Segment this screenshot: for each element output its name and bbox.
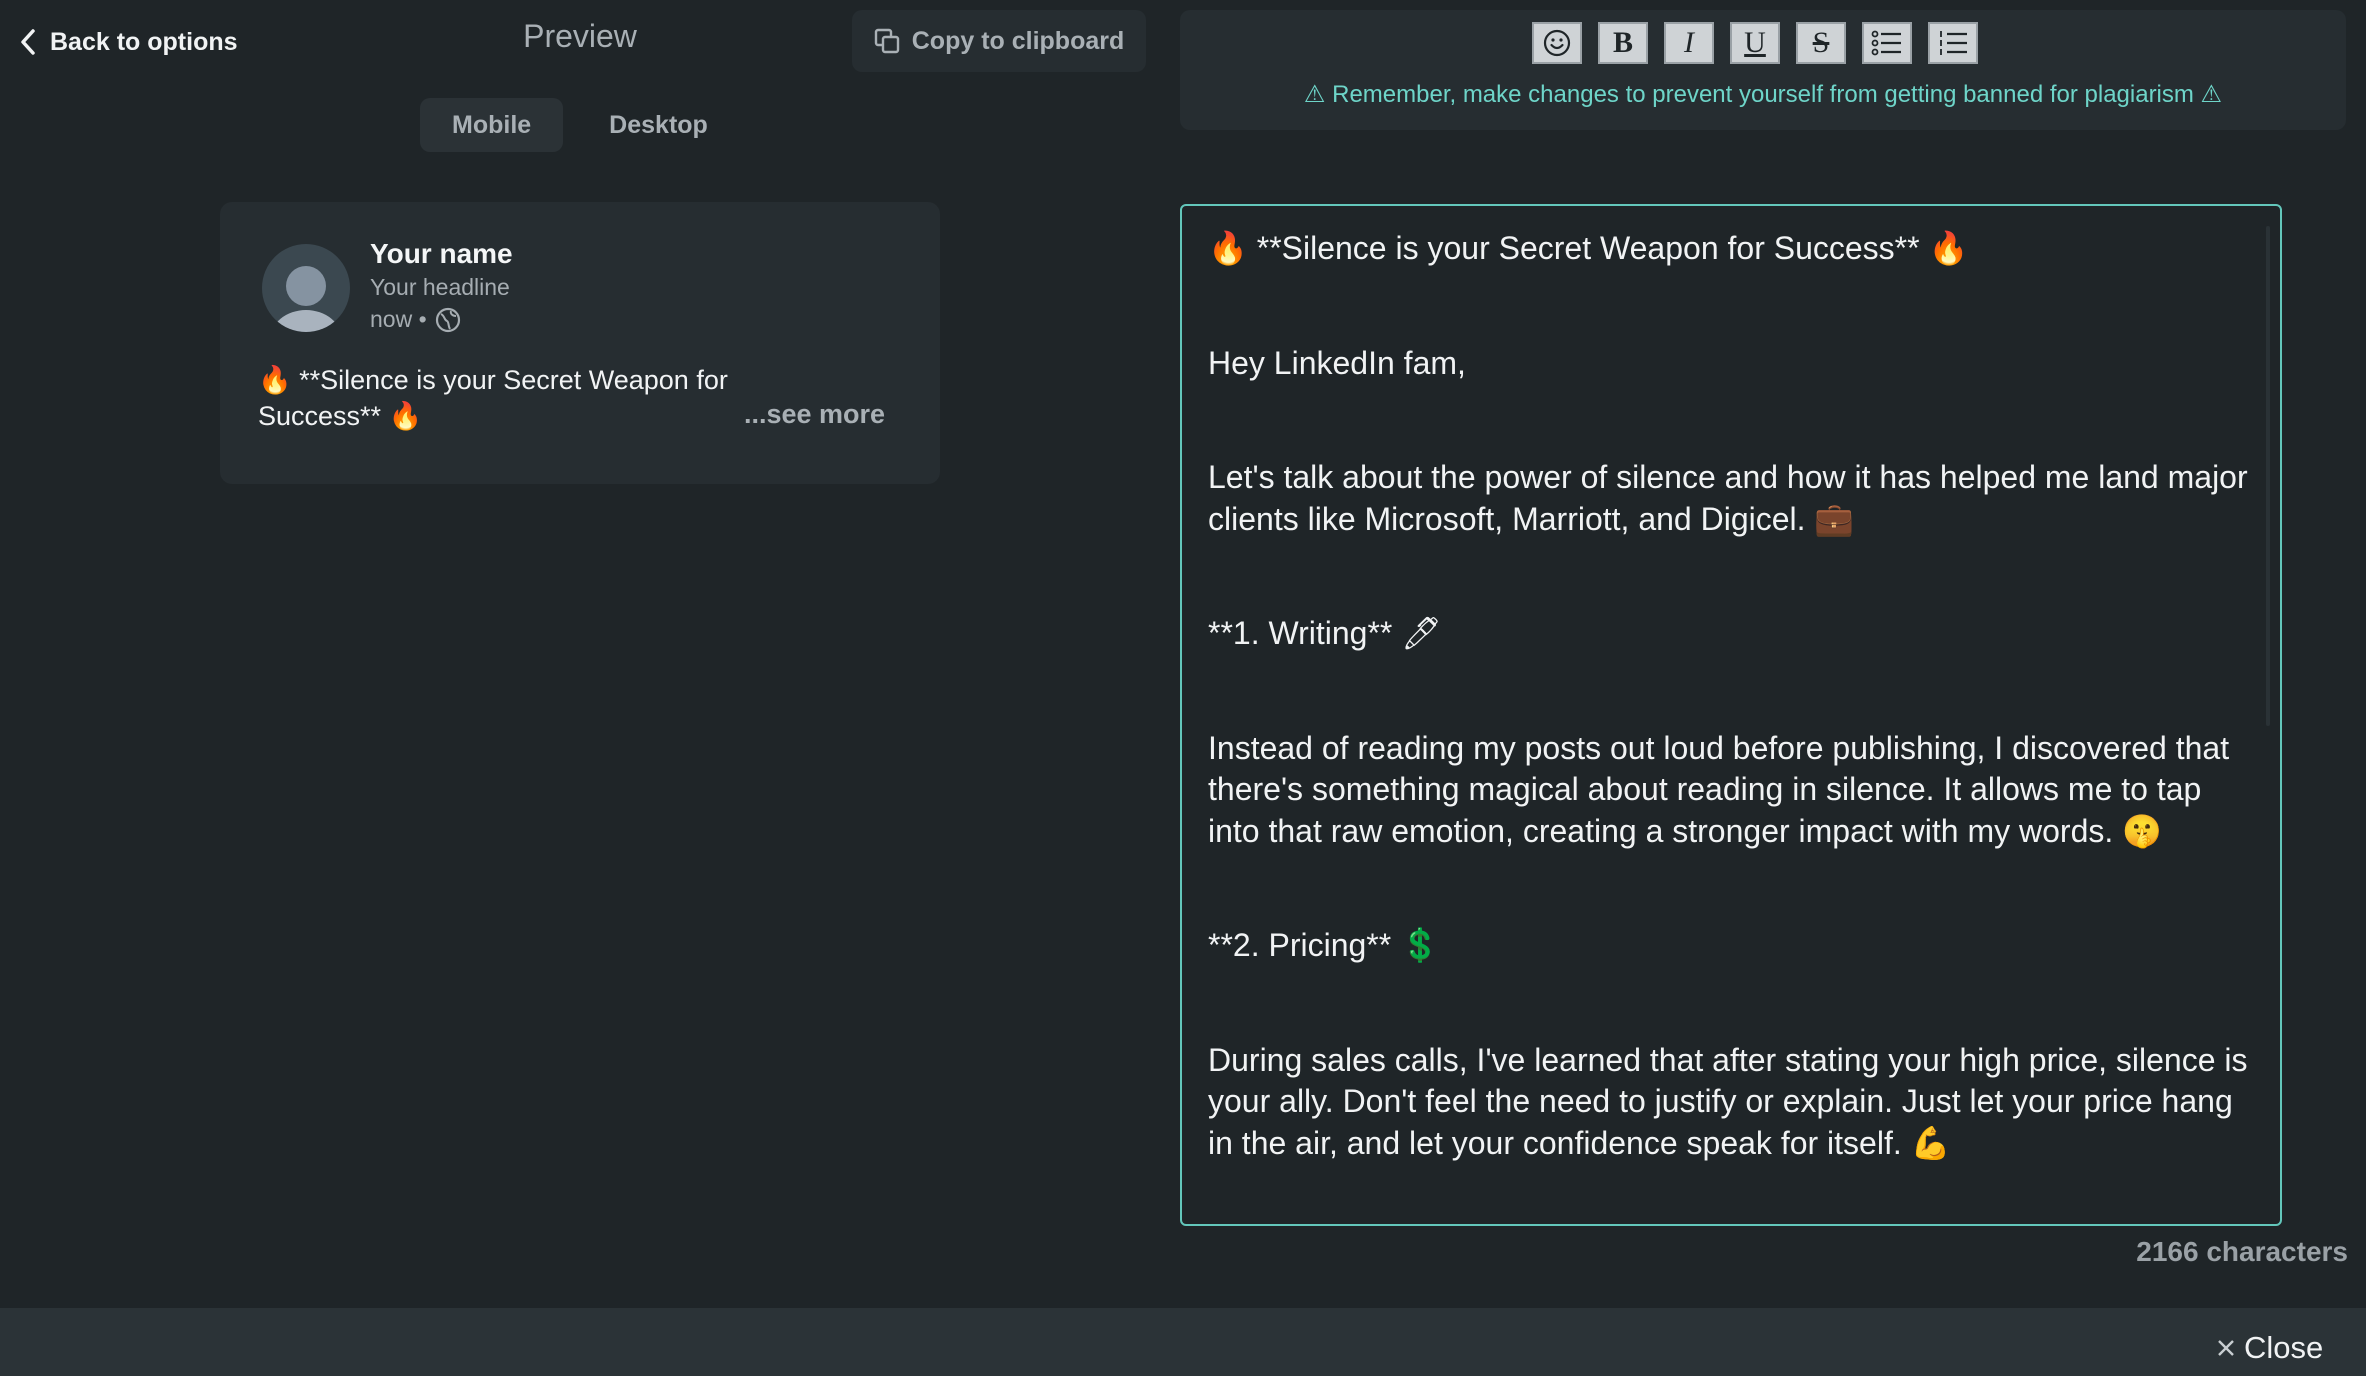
editor-scrollbar[interactable]	[2266, 226, 2270, 726]
numbered-list-icon	[1940, 31, 1967, 55]
bullet-list-button[interactable]	[1862, 22, 1912, 64]
see-more-link[interactable]: ...see more	[744, 399, 885, 430]
italic-icon: I	[1684, 26, 1694, 59]
post-time-label: now •	[370, 306, 427, 332]
editor-line: Hey LinkedIn fam,	[1208, 344, 1466, 381]
post-editor[interactable]: 🔥 **Silence is your Secret Weapon for Su…	[1180, 204, 2282, 1226]
preview-title: Preview	[523, 18, 637, 54]
copy-to-clipboard-label: Copy to clipboard	[911, 26, 1125, 55]
strikethrough-button[interactable]: S	[1796, 22, 1846, 64]
post-preview-card: Your name Your headline now • 🔥 **Silenc…	[220, 202, 940, 484]
editor-line: Let's talk about the power of silence an…	[1208, 459, 2248, 537]
globe-icon	[435, 307, 460, 332]
tab-mobile[interactable]: Mobile	[420, 98, 564, 152]
chevron-left-icon	[21, 29, 35, 55]
preview-mode-tabs: Mobile Desktop	[420, 98, 740, 152]
character-count: 2166 characters	[2136, 1236, 2348, 1267]
copy-to-clipboard-button[interactable]: Copy to clipboard	[852, 10, 1146, 72]
emoji-button[interactable]	[1532, 22, 1582, 64]
copy-icon	[874, 28, 899, 54]
underline-button[interactable]: U	[1730, 22, 1780, 64]
editor-line: Instead of reading my posts out loud bef…	[1208, 729, 2230, 849]
bold-icon: B	[1612, 26, 1633, 59]
post-excerpt: 🔥 **Silence is your Secret Weapon for Su…	[258, 365, 728, 431]
author-name: Your name	[370, 238, 513, 269]
back-to-options-label: Back to options	[50, 27, 238, 56]
editor-line: **1. Writing** 🖊	[1208, 615, 1442, 651]
bold-button[interactable]: B	[1598, 22, 1648, 64]
formatting-toolbar: B I U S ⚠ Remember, make changes to prev…	[1180, 10, 2346, 130]
strikethrough-icon: S	[1812, 26, 1830, 59]
close-icon	[2218, 1340, 2234, 1356]
avatar	[262, 244, 350, 332]
close-button[interactable]: Close	[2216, 1330, 2323, 1366]
numbered-list-button[interactable]	[1928, 22, 1978, 64]
bullet-list-icon	[1871, 30, 1901, 56]
plagiarism-warning: ⚠ Remember, make changes to prevent your…	[1303, 81, 2223, 108]
editor-line: 🔥 **Silence is your Secret Weapon for Su…	[1208, 230, 1969, 266]
back-to-options-link[interactable]: Back to options	[20, 20, 238, 64]
tab-desktop[interactable]: Desktop	[577, 98, 740, 152]
post-time: now •	[370, 306, 461, 333]
editor-line: During sales calls, I've learned that af…	[1208, 1041, 2248, 1161]
italic-button[interactable]: I	[1664, 22, 1714, 64]
close-label: Close	[2244, 1330, 2324, 1365]
bottom-bar	[0, 1308, 2366, 1376]
editor-content[interactable]: 🔥 **Silence is your Secret Weapon for Su…	[1208, 228, 2248, 1164]
editor-line: **2. Pricing** 💲	[1208, 927, 1440, 963]
emoji-icon	[1543, 29, 1571, 57]
underline-icon: U	[1744, 26, 1766, 59]
author-headline: Your headline	[370, 274, 510, 300]
